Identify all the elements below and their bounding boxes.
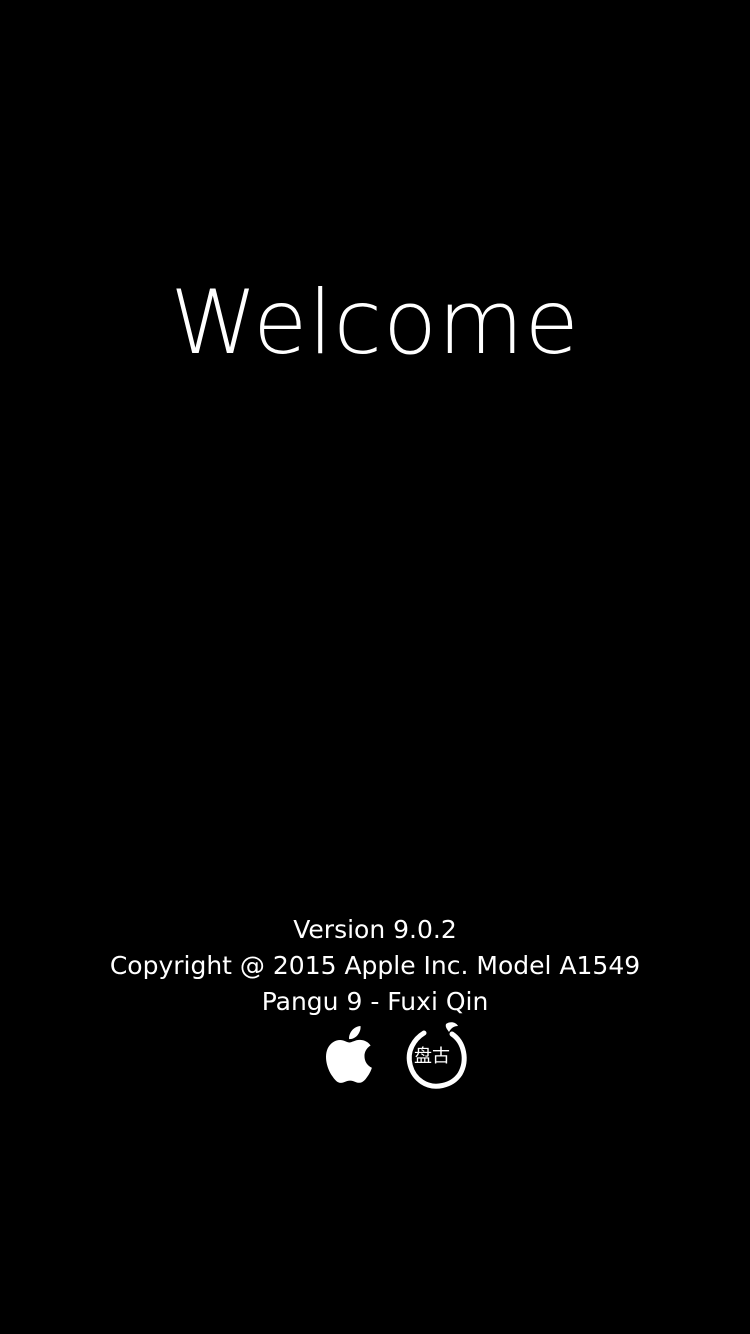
pangu-characters: 盘古 [414,1046,450,1067]
copyright-text: Copyright @ 2015 Apple Inc. Model A1549 [109,951,641,980]
apple-logo-icon [326,1026,372,1083]
device-info: Version 9.0.2 Copyright @ 2015 Apple Inc… [0,912,750,1020]
version-text: Version 9.0.2 [293,915,457,944]
credits-text: Pangu 9 - Fuxi Qin [261,987,489,1016]
welcome-title: Welcome [170,271,580,374]
pangu-logo-icon: 盘古 [406,1022,467,1089]
logo-row: 盘古 [0,1020,750,1092]
